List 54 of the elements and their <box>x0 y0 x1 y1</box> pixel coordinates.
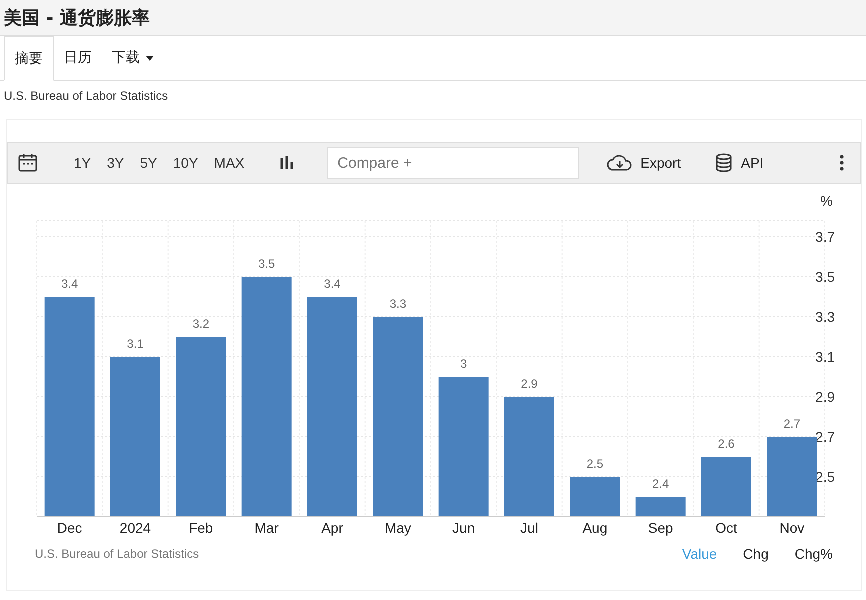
chart-source-text: U.S. Bureau of Labor Statistics <box>35 547 200 561</box>
y-tick-label: 3.3 <box>816 309 835 325</box>
mode-tab[interactable]: Chg <box>735 544 777 564</box>
export-button[interactable]: Export <box>600 153 688 173</box>
value-label: 2.9 <box>521 377 538 391</box>
page-title: 美国 - 通货膨胀率 <box>4 6 150 30</box>
x-tick-label: May <box>384 520 412 536</box>
x-tick-label: Jul <box>520 520 538 536</box>
x-tick-label: Oct <box>716 520 738 536</box>
value-label: 2.6 <box>718 437 735 451</box>
value-label: 2.4 <box>652 477 670 491</box>
source-text: U.S. Bureau of Labor Statistics <box>3 88 170 105</box>
calendar-icon[interactable] <box>18 153 38 173</box>
value-label: 3.4 <box>62 277 78 291</box>
value-label: 2.7 <box>784 417 800 431</box>
api-button[interactable]: API <box>709 152 770 174</box>
x-tick-label: Nov <box>780 520 805 536</box>
range-button[interactable]: MAX <box>208 153 251 173</box>
y-tick-label: 3.1 <box>816 349 835 365</box>
y-tick-label: 2.5 <box>816 469 835 485</box>
range-button[interactable]: 5Y <box>134 153 164 173</box>
x-tick-label: Feb <box>189 520 214 536</box>
value-label: 3.4 <box>324 277 341 291</box>
bar-chart-icon[interactable] <box>278 155 295 171</box>
y-tick-label: 2.7 <box>816 429 835 445</box>
y-tick-label: 3.7 <box>816 229 835 245</box>
x-tick-label: Dec <box>57 520 82 536</box>
range-button[interactable]: 3Y <box>101 153 130 173</box>
value-label: 3.3 <box>390 297 406 311</box>
bar <box>636 497 686 517</box>
compare-field[interactable]: Compare + <box>326 147 579 179</box>
cloud-download-icon <box>606 154 633 172</box>
tab[interactable]: 摘要 <box>4 36 54 81</box>
more-icon[interactable] <box>840 155 844 171</box>
value-label: 2.5 <box>586 457 604 471</box>
x-tick-label: Sep <box>648 520 674 536</box>
range-button[interactable]: 1Y <box>68 153 98 173</box>
x-tick-label: Apr <box>322 520 344 536</box>
value-label: 3.1 <box>127 337 144 351</box>
x-tick-label: 2024 <box>120 520 152 536</box>
x-tick-label: Jun <box>452 520 476 536</box>
value-label: 3.5 <box>258 257 276 271</box>
x-tick-label: Mar <box>254 520 279 536</box>
bar <box>570 477 620 517</box>
bar <box>702 457 752 517</box>
range-button[interactable]: 10Y <box>167 153 204 173</box>
value-label: 3 <box>460 357 468 371</box>
value-label: 3.2 <box>192 317 210 331</box>
mode-tab[interactable]: Chg% <box>786 544 841 564</box>
database-icon <box>715 153 734 173</box>
y-tick-label: 2.9 <box>816 389 835 405</box>
unit-label: % <box>820 193 833 209</box>
y-tick-label: 3.5 <box>816 269 835 285</box>
x-tick-label: Aug <box>582 520 608 536</box>
